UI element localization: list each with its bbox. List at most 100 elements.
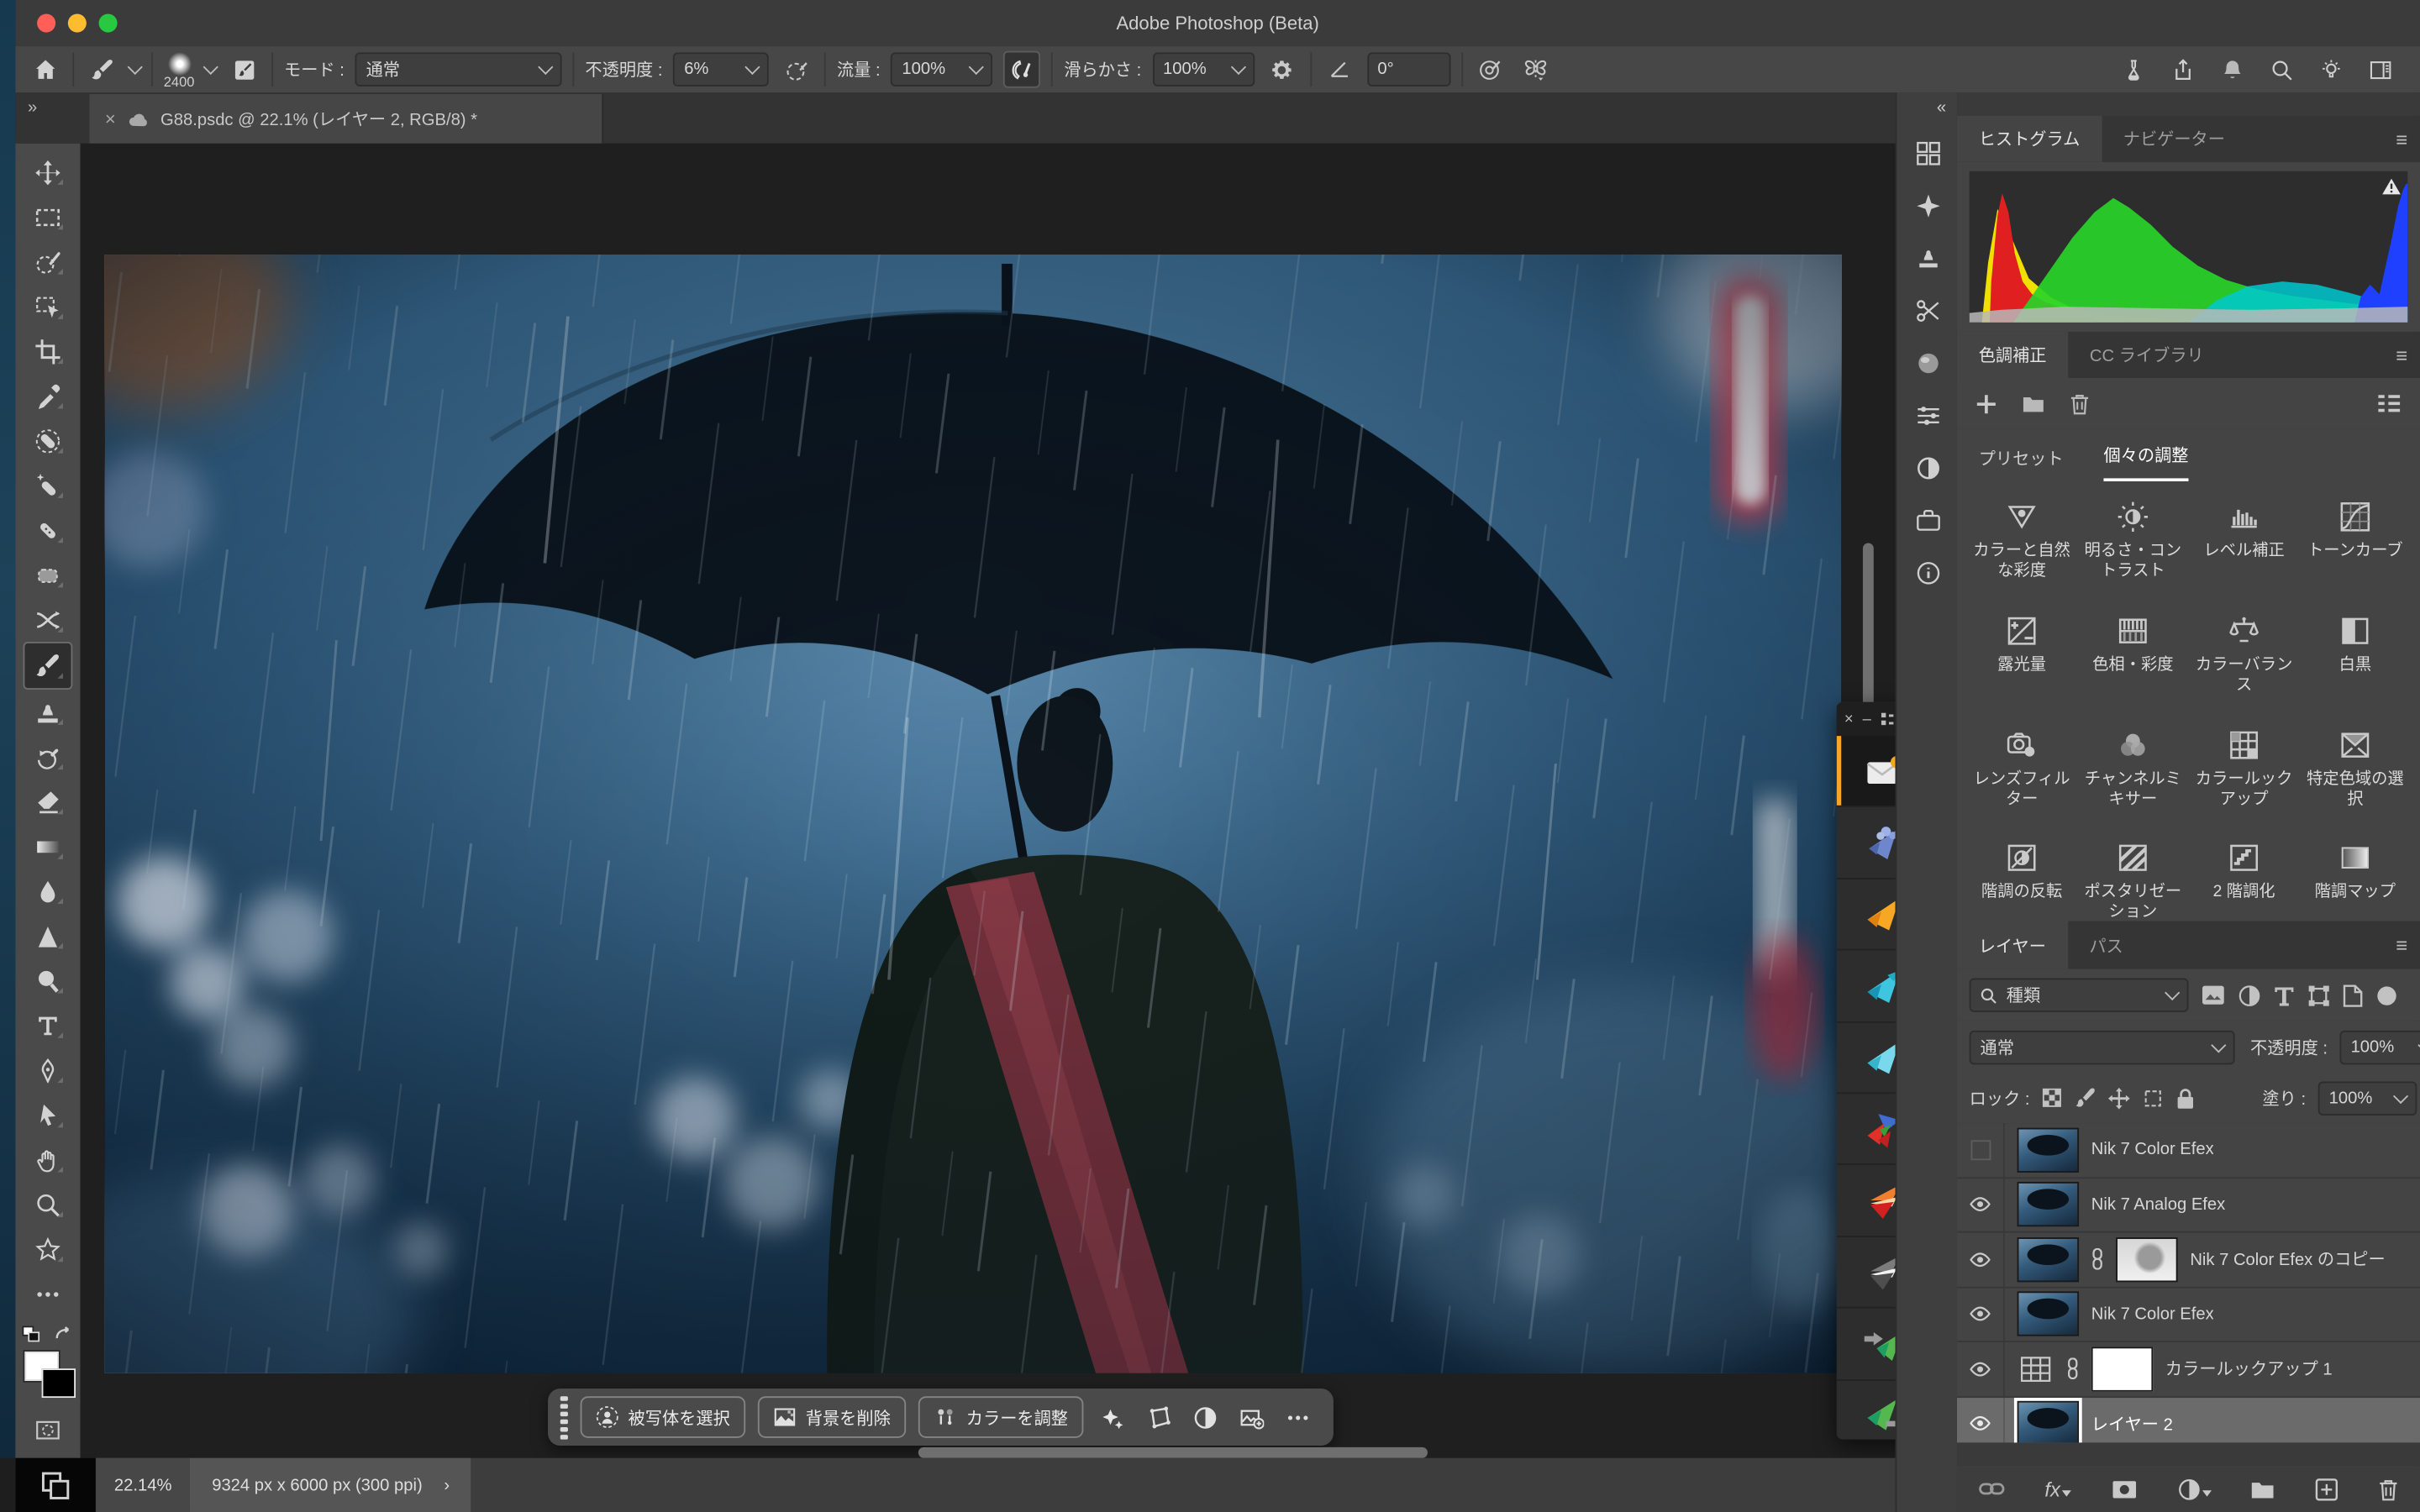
tab-adjustments[interactable]: 色調補正 [1957,332,2068,378]
tab-histogram[interactable]: ヒストグラム [1957,116,2102,162]
move-tool[interactable] [24,150,71,194]
background-color-swatch[interactable] [42,1368,76,1398]
airbrush-toggle-icon[interactable] [1004,51,1041,88]
beta-feedback-flask-icon[interactable] [2123,58,2146,81]
zoom-tool[interactable] [24,1182,71,1226]
subtab-individual[interactable]: 個々の調整 [2103,443,2188,481]
dock-grid-icon[interactable] [1905,127,1951,179]
visibility-off-checkbox[interactable] [1970,1140,1991,1160]
pressure-size-icon[interactable] [1473,52,1507,86]
remove-tool[interactable] [24,418,71,463]
filter-shape-icon[interactable] [2307,984,2331,1007]
tab-navigator[interactable]: ナビゲーター [2102,116,2247,162]
histogram-menu-icon[interactable]: ≡ [2396,116,2420,162]
document-tab[interactable]: × G88.psdc @ 22.1% (レイヤー 2, RGB/8) * [90,94,604,144]
nik-item-dfine[interactable] [1837,807,1896,879]
adjustments-menu-icon[interactable]: ≡ [2396,332,2420,378]
select-subject-button[interactable]: 被写体を選択 [581,1396,746,1438]
list-view-icon[interactable] [2377,393,2402,413]
screen-mode-icon[interactable] [39,1468,72,1502]
hand-tool[interactable] [24,1137,71,1182]
adj-levels[interactable]: レベル補正 [2188,496,2299,595]
dock-sphere-icon[interactable] [1905,336,1951,388]
nik-item-light-cyan-flag[interactable] [1837,1022,1896,1094]
brush-size-chevron-icon[interactable] [203,60,218,75]
new-group-folder-icon[interactable] [2022,393,2045,413]
layer-mask-thumbnail[interactable] [2116,1237,2177,1282]
quick-mask-icon[interactable] [24,1407,71,1452]
new-adjustment-layer-icon[interactable] [2177,1478,2211,1501]
layer-row-color-lookup[interactable]: カラールックアップ 1 [1957,1342,2420,1397]
nik-minimize-icon[interactable]: – [1863,711,1871,727]
adjustment-halfcircle-icon[interactable] [1188,1404,1222,1429]
layer-filter-select[interactable]: 種類 [1970,978,2189,1011]
default-colors-icon[interactable] [22,1326,42,1346]
tab-paths[interactable]: パス [2068,921,2145,969]
filter-type-icon[interactable] [2274,985,2296,1005]
adj-color-vibrance[interactable]: カラーと自然な彩度 [1966,496,2077,595]
subtab-presets[interactable]: プリセット [1979,446,2064,481]
dock-briefcase-icon[interactable] [1905,494,1951,546]
document-size-status[interactable]: 9324 px x 6000 px (300 ppi) › [190,1458,471,1512]
history-brush-tool[interactable] [24,734,71,779]
lock-position-icon[interactable] [2108,1087,2130,1109]
spot-healing-brush-tool[interactable] [24,463,71,507]
mask-link-icon[interactable] [2066,1358,2079,1380]
generative-sparkle-icon[interactable] [1096,1404,1129,1429]
blur-tool[interactable] [24,869,71,913]
close-document-icon[interactable]: × [105,108,116,130]
healing-brush-tool[interactable] [24,507,71,552]
status-chevron-icon[interactable]: › [444,1476,450,1494]
adjust-color-button[interactable]: カラーを調整 [918,1396,1084,1438]
canvas-area[interactable]: 被写体を選択 背景を削除 カラーを調整 × [81,144,1896,1458]
tab-cc-libraries[interactable]: CC ライブラリ [2068,332,2225,378]
layer-thumbnail[interactable] [2018,1237,2079,1282]
flow-select[interactable]: 100% [892,52,993,86]
photo-document[interactable] [105,255,1841,1373]
filter-image-icon[interactable] [2201,984,2225,1006]
nik-item-orange-flag[interactable] [1837,879,1896,951]
adj-color-balance[interactable]: カラーバランス [2188,611,2299,709]
transform-warp-icon[interactable] [1142,1404,1176,1429]
layer-row-nik7-color-efex-copy[interactable]: Nik 7 Color Efex のコピー [1957,1233,2420,1288]
discover-lightbulb-icon[interactable] [2320,58,2344,81]
mask-link-icon[interactable] [2091,1248,2104,1270]
taskbar-drag-handle[interactable] [560,1395,568,1438]
new-group-icon[interactable] [2251,1479,2275,1499]
dock-scissors-icon[interactable] [1905,284,1951,336]
tab-layers[interactable]: レイヤー [1957,921,2068,969]
filter-adjustment-icon[interactable] [2238,984,2261,1007]
lock-artboard-icon[interactable] [2143,1087,2165,1109]
adj-brightness-contrast[interactable]: 明るさ・コントラスト [2077,496,2188,595]
search-icon[interactable] [2270,58,2294,81]
sharpen-tool[interactable] [24,913,71,958]
pen-tool[interactable] [24,1047,71,1092]
layer-effects-fx-icon[interactable]: fx [2044,1478,2070,1501]
layer-opacity-select[interactable]: 100% [2340,1030,2420,1063]
lock-transparency-icon[interactable] [2042,1088,2062,1108]
crop-tool[interactable] [24,328,71,373]
adj-photo-filter[interactable]: レンズフィルター [1966,724,2077,822]
lock-pixels-brush-icon[interactable] [2075,1087,2096,1109]
shape-star-tool[interactable] [24,1226,71,1271]
visibility-toggle[interactable] [1957,1233,2005,1286]
layer-row-nik7-color-efex[interactable]: Nik 7 Color Efex [1957,1288,2420,1342]
dock-sparkle-icon[interactable] [1905,179,1951,231]
layer-row-nik7-color-efex-top[interactable]: Nik 7 Color Efex [1957,1123,2420,1178]
marquee-tool[interactable] [24,194,71,239]
object-selection-tool[interactable] [24,284,71,328]
share-icon[interactable] [2171,58,2195,81]
adj-color-lookup[interactable]: カラールックアップ [2188,724,2299,822]
add-image-icon[interactable] [1234,1404,1268,1429]
nik-item-cyan-flag[interactable] [1837,951,1896,1022]
link-layers-icon[interactable] [1979,1479,2005,1498]
new-layer-icon[interactable] [2315,1478,2338,1501]
layer-row-nik7-analog-efex[interactable]: Nik 7 Analog Efex [1957,1178,2420,1232]
delete-layer-trash-icon[interactable] [2378,1478,2398,1501]
zoom-level[interactable]: 22.14% [96,1458,191,1512]
adj-curves[interactable]: トーンカーブ [2300,496,2411,595]
dodge-tool[interactable] [24,958,71,1003]
nik-item-green-flag-arrow-out[interactable] [1837,1380,1896,1440]
adj-selective-color[interactable]: 特定色域の選択 [2300,724,2411,822]
brush-size-picker[interactable]: 2400 [164,52,195,89]
